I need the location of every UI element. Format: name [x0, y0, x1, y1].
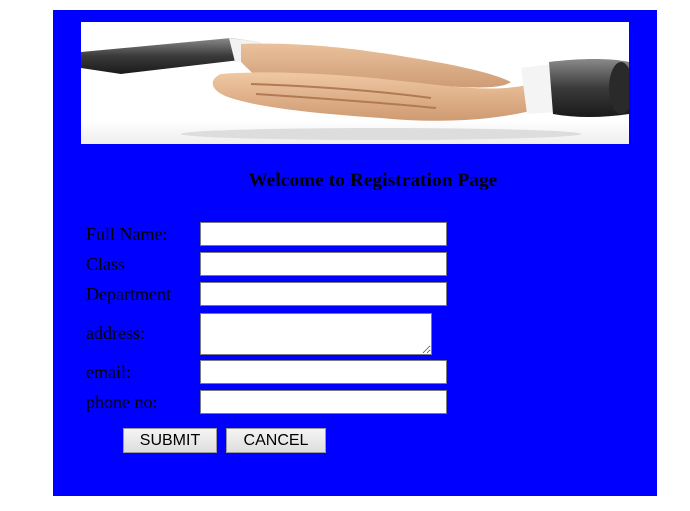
full-name-input[interactable]: [200, 222, 447, 246]
department-input[interactable]: [200, 282, 447, 306]
full-name-label: Full Name:: [86, 224, 168, 244]
registration-panel: Welcome to Registration Page Full Name: …: [53, 10, 657, 496]
phone-label: phone no:: [86, 392, 158, 412]
handshake-image: [81, 22, 629, 144]
department-label: Department: [86, 284, 171, 304]
submit-button[interactable]: SUBMIT: [123, 428, 217, 453]
cancel-button[interactable]: CANCEL: [226, 428, 326, 453]
email-label: email:: [86, 362, 131, 382]
page: Welcome to Registration Page Full Name: …: [0, 0, 690, 511]
page-title: Welcome to Registration Page: [248, 170, 498, 191]
class-label: Class: [86, 254, 126, 274]
class-input[interactable]: [200, 252, 447, 276]
phone-input[interactable]: [200, 390, 447, 414]
address-textarea[interactable]: [200, 313, 432, 355]
email-input[interactable]: [200, 360, 447, 384]
address-label: address:: [86, 323, 145, 343]
